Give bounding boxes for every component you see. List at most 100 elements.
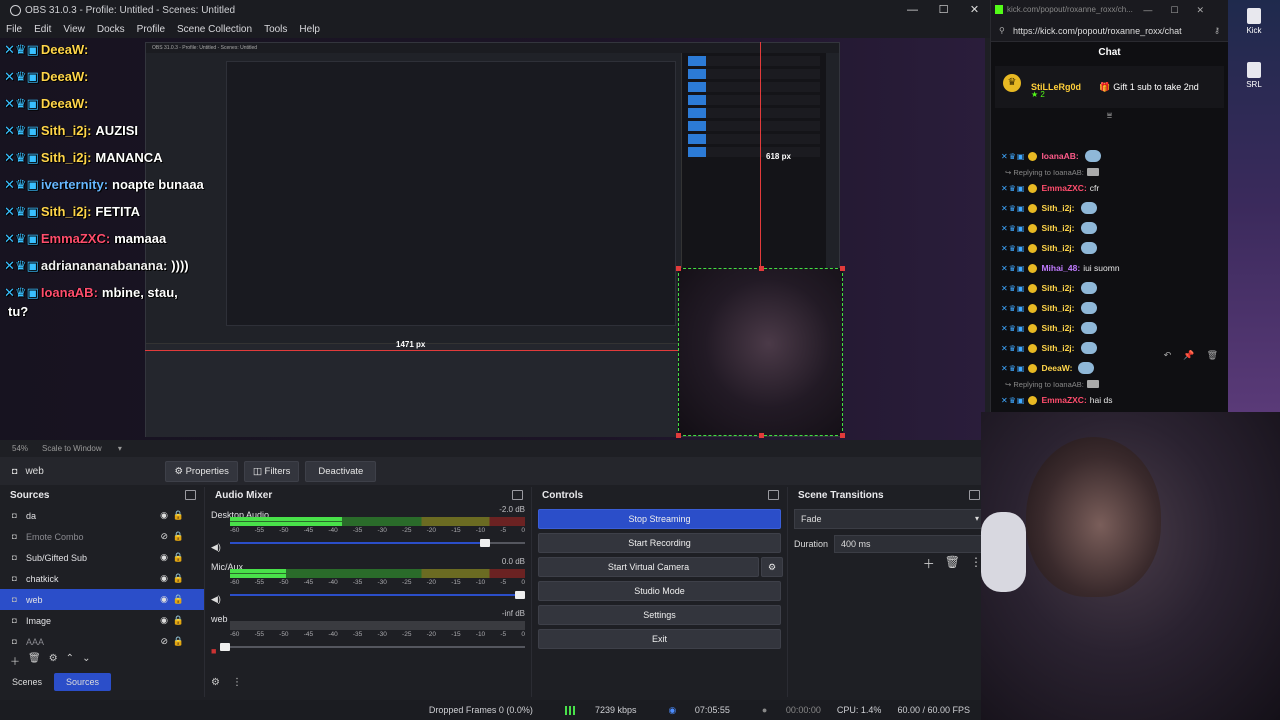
lock-icon[interactable]: 🔒 xyxy=(173,573,184,584)
tab-sources[interactable]: Sources xyxy=(54,673,112,691)
resize-handle[interactable] xyxy=(840,433,845,438)
resize-handle[interactable] xyxy=(840,266,845,271)
chat-username[interactable]: Sith_i2j: xyxy=(1041,203,1074,213)
chat-username[interactable]: Sith_i2j: xyxy=(1041,303,1074,313)
chat-message[interactable]: ✕♛▣ Sith_i2j: xyxy=(991,198,1229,218)
lock-icon[interactable]: 🔒 xyxy=(173,552,184,563)
chat-username[interactable]: Sith_i2j: xyxy=(1041,323,1074,333)
filter-icon[interactable]: ⩸ xyxy=(991,110,1228,121)
lock-icon[interactable]: 🔒 xyxy=(173,636,184,647)
lock-icon[interactable]: 🔒 xyxy=(173,594,184,605)
source-item[interactable]: ◘ chatkick ◉ 🔒 xyxy=(0,568,204,589)
resize-handle[interactable] xyxy=(676,433,681,438)
virtual-camera-settings-icon[interactable]: ⚙ xyxy=(761,557,783,577)
chat-message[interactable]: ✕♛▣ Sith_i2j: xyxy=(991,318,1229,338)
volume-knob[interactable] xyxy=(515,591,525,599)
source-item[interactable]: ◘ Image ◉ 🔒 xyxy=(0,610,204,631)
chat-message[interactable]: ✕♛▣ DeeaW: xyxy=(991,358,1229,378)
source-item[interactable]: ◘ Sub/Gifted Sub ◉ 🔒 xyxy=(0,547,204,568)
undock-icon[interactable] xyxy=(969,490,980,500)
menu-scene-collection[interactable]: Scene Collection xyxy=(171,24,258,35)
eye-icon[interactable]: ◉ xyxy=(160,594,168,605)
browser-window-controls[interactable]: —☐✕ xyxy=(1143,0,1222,20)
chat-message[interactable]: ✕♛▣ Sith_i2j: xyxy=(991,238,1229,258)
properties-button[interactable]: ⚙ Properties xyxy=(165,460,238,482)
lock-icon[interactable]: 🔒 xyxy=(173,510,184,521)
volume-slider[interactable] xyxy=(230,591,525,599)
chat-message[interactable]: ✕♛▣ EmmaZXC: hai ds xyxy=(991,390,1229,410)
trash-icon[interactable]: 🗑 xyxy=(945,555,960,572)
speaker-icon[interactable]: ◀) xyxy=(211,542,221,552)
reply-icon[interactable]: ↶ xyxy=(1164,350,1172,361)
lock-icon[interactable]: 🔒 xyxy=(173,615,184,626)
duration-input[interactable]: 400 ms xyxy=(834,535,984,553)
menu-docks[interactable]: Docks xyxy=(91,24,131,35)
advanced-audio-icon[interactable]: ⚙ xyxy=(211,677,220,688)
settings-button[interactable]: Settings xyxy=(538,605,781,625)
source-item[interactable]: ◘ web ◉ 🔒 xyxy=(0,589,204,610)
eye-off-icon[interactable]: ⊘ xyxy=(160,531,168,542)
chat-username[interactable]: IoanaAB: xyxy=(1041,151,1078,161)
pinned-gift-banner[interactable]: ♛ StiLLeRg0d ★ 2 🎁 Gift 1 sub to take 2n… xyxy=(995,66,1224,108)
eye-off-icon[interactable]: ⊘ xyxy=(160,636,168,647)
chat-username[interactable]: EmmaZXC: xyxy=(1041,395,1086,405)
volume-knob[interactable] xyxy=(220,643,230,651)
chat-username[interactable]: DeeaW: xyxy=(1041,363,1072,373)
filters-button[interactable]: ◫ Filters xyxy=(243,460,300,482)
menu-help[interactable]: Help xyxy=(293,24,326,35)
volume-slider[interactable] xyxy=(220,643,525,651)
chat-username[interactable]: Sith_i2j: xyxy=(1041,343,1074,353)
preview-canvas[interactable]: OBS 31.0.3 - Profile: Untitled - Scenes:… xyxy=(0,38,985,440)
scale-mode-select[interactable]: Scale to Window ▾ xyxy=(42,444,136,453)
chat-username[interactable]: Sith_i2j: xyxy=(1041,223,1074,233)
menu-profile[interactable]: Profile xyxy=(131,24,171,35)
volume-knob[interactable] xyxy=(479,539,490,547)
stop-streaming-button[interactable]: Stop Streaming xyxy=(538,509,781,529)
eye-icon[interactable]: ◉ xyxy=(160,510,168,521)
chat-username[interactable]: Sith_i2j: xyxy=(1041,283,1074,293)
maximize-button[interactable]: ☐ xyxy=(928,0,959,20)
chat-username[interactable]: Mihai_48: xyxy=(1041,263,1080,273)
start-recording-button[interactable]: Start Recording xyxy=(538,533,781,553)
start-virtual-camera-button[interactable]: Start Virtual Camera ⚙ xyxy=(538,557,783,577)
undock-icon[interactable] xyxy=(185,490,196,500)
chat-message[interactable]: ✕♛▣ Mihai_48: iui suomn xyxy=(991,258,1229,278)
key-icon[interactable]: ⚷ xyxy=(1214,20,1220,42)
desktop-shortcut-srl[interactable]: SRL xyxy=(1232,62,1276,89)
eye-icon[interactable]: ◉ xyxy=(160,615,168,626)
eye-icon[interactable]: ◉ xyxy=(160,573,168,584)
lock-icon[interactable]: 🔒 xyxy=(173,531,184,542)
more-icon[interactable]: ⋮ xyxy=(232,677,242,688)
studio-mode-button[interactable]: Studio Mode xyxy=(538,581,781,601)
undock-icon[interactable] xyxy=(512,490,523,500)
undock-icon[interactable] xyxy=(768,490,779,500)
source-item[interactable]: ◘ da ◉ 🔒 xyxy=(0,505,204,526)
menu-tools[interactable]: Tools xyxy=(258,24,293,35)
desktop-shortcut-kick[interactable]: Kick xyxy=(1232,8,1276,35)
menu-view[interactable]: View xyxy=(57,24,91,35)
transition-select[interactable]: Fade ▾ xyxy=(794,509,984,529)
chat-message[interactable]: ✕♛▣ IoanaAB: xyxy=(991,146,1229,166)
move-down-icon[interactable]: ⌄ xyxy=(82,653,90,668)
resize-handle[interactable] xyxy=(759,433,764,438)
deactivate-button[interactable]: Deactivate xyxy=(305,460,377,482)
exit-button[interactable]: Exit xyxy=(538,629,781,649)
eye-icon[interactable]: ◉ xyxy=(160,552,168,563)
mute-icon[interactable]: ■ xyxy=(211,646,216,656)
source-item[interactable]: ◘ AAA ⊘ 🔒 xyxy=(0,631,204,652)
resize-handle[interactable] xyxy=(676,266,681,271)
add-icon[interactable]: ＋ xyxy=(923,555,935,572)
chat-message[interactable]: ✕♛▣ EmmaZXC: cfr xyxy=(991,178,1229,198)
resize-handle[interactable] xyxy=(759,266,764,271)
chat-username[interactable]: EmmaZXC: xyxy=(1041,183,1086,193)
tab-scenes[interactable]: Scenes xyxy=(0,673,54,691)
pin-icon[interactable]: 📌 xyxy=(1183,350,1194,361)
menu-file[interactable]: File xyxy=(0,24,28,35)
source-item[interactable]: ◘ Emote Combo ⊘ 🔒 xyxy=(0,526,204,547)
volume-slider[interactable] xyxy=(230,539,525,547)
chat-message[interactable]: ✕♛▣ Sith_i2j: xyxy=(991,218,1229,238)
chat-message[interactable]: ✕♛▣ Sith_i2j: xyxy=(991,278,1229,298)
gear-icon[interactable]: ⚙ xyxy=(49,653,58,668)
menu-edit[interactable]: Edit xyxy=(28,24,57,35)
trash-icon[interactable]: 🗑 xyxy=(28,653,41,668)
